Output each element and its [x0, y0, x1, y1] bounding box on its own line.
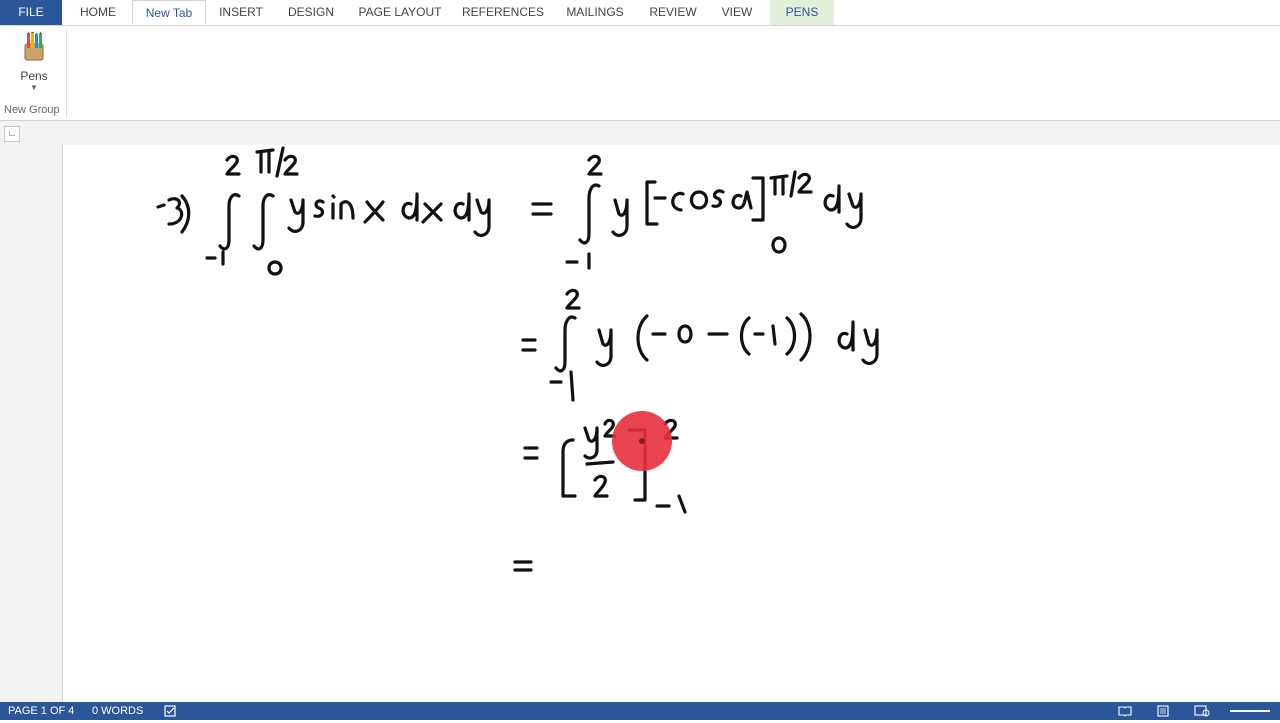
ink-stroke: [789, 170, 797, 198]
ink-stroke: [769, 174, 789, 180]
tab-view[interactable]: VIEW: [714, 0, 760, 25]
chevron-down-icon: ▼: [30, 83, 38, 92]
ink-stroke: [167, 197, 184, 226]
ink-stroke: [797, 172, 813, 194]
ink-stroke: [578, 183, 601, 245]
ribbon-group-label: New Group: [4, 104, 60, 116]
tab-page-layout[interactable]: PAGE LAYOUT: [352, 0, 448, 25]
tab-mailings[interactable]: MAILINGS: [558, 0, 632, 25]
tab-stop-selector[interactable]: ∟: [4, 126, 20, 142]
web-layout-icon[interactable]: [1194, 705, 1210, 717]
tab-design[interactable]: DESIGN: [280, 0, 342, 25]
read-mode-icon[interactable]: [1118, 705, 1132, 717]
ink-stroke: [636, 314, 649, 362]
tab-file[interactable]: FILE: [0, 0, 62, 25]
ink-stroke: [677, 494, 687, 514]
ink-stroke: [861, 328, 879, 365]
ribbon-panel: Pens ▼ New Group: [0, 26, 1280, 121]
ink-stroke: [845, 192, 863, 229]
print-layout-icon[interactable]: [1156, 705, 1170, 717]
group-divider: [66, 30, 67, 118]
ink-stroke: [453, 192, 471, 222]
tab-pens[interactable]: PENS: [770, 0, 834, 25]
ink-stroke: [771, 236, 787, 254]
ink-stroke: [751, 176, 765, 222]
ink-stroke: [711, 189, 725, 208]
ink-stroke: [785, 316, 797, 356]
ink-stroke: [739, 316, 751, 356]
ink-stroke: [595, 328, 613, 367]
ruler-row: ∟: [0, 121, 1280, 143]
tab-references[interactable]: REFERENCES: [458, 0, 548, 25]
ink-stroke: [583, 426, 599, 460]
ink-stroke: [287, 198, 305, 233]
ink-stroke: [645, 180, 659, 226]
tab-home[interactable]: HOME: [70, 0, 126, 25]
ink-stroke: [731, 190, 753, 210]
ink-stroke: [611, 198, 629, 237]
ink-stroke: [313, 199, 325, 218]
ink-stroke: [689, 190, 709, 210]
ink-stroke: [837, 320, 855, 352]
ink-stroke: [339, 200, 355, 220]
ink-stroke: [554, 315, 577, 373]
ink-stroke: [156, 203, 166, 209]
tab-review[interactable]: REVIEW: [642, 0, 704, 25]
ribbon-tab-bar: FILE HOME New Tab INSERT DESIGN PAGE LAY…: [0, 0, 1280, 26]
ink-stroke: [561, 438, 577, 498]
word-count[interactable]: 0 WORDS: [92, 702, 143, 720]
ink-stroke: [677, 324, 693, 344]
ink-stroke: [225, 154, 241, 176]
ink-stroke: [671, 191, 685, 212]
laser-pointer-center: [639, 438, 645, 444]
ink-stroke: [275, 146, 285, 178]
ink-stroke: [593, 474, 609, 498]
document-area: [0, 143, 1280, 702]
ink-stroke: [565, 288, 581, 310]
document-page[interactable]: [62, 145, 1280, 702]
ink-stroke: [218, 193, 241, 251]
pens-button[interactable]: Pens ▼: [10, 30, 58, 104]
ink-stroke: [473, 198, 491, 237]
ink-stroke: [823, 184, 841, 214]
ink-stroke: [331, 194, 336, 199]
ink-stroke: [585, 460, 615, 466]
tab-insert[interactable]: INSERT: [212, 0, 270, 25]
page-indicator[interactable]: PAGE 1 OF 4: [8, 702, 74, 720]
ink-stroke: [252, 193, 275, 251]
tab-new-tab[interactable]: New Tab: [132, 0, 206, 25]
ink-stroke: [267, 260, 283, 276]
pens-button-label: Pens: [20, 69, 48, 83]
ink-stroke: [401, 192, 419, 222]
ink-stroke: [771, 324, 777, 346]
ink-stroke: [255, 148, 275, 154]
proofing-icon[interactable]: [164, 705, 178, 717]
pens-icon: [24, 31, 44, 61]
handwritten-math-ink: [156, 146, 879, 572]
status-bar: PAGE 1 OF 4 0 WORDS: [0, 702, 1280, 720]
zoom-slider[interactable]: [1230, 710, 1270, 712]
ink-stroke: [587, 154, 603, 176]
ink-stroke: [799, 312, 812, 362]
ink-stroke: [569, 370, 575, 402]
ink-stroke: [283, 154, 299, 176]
